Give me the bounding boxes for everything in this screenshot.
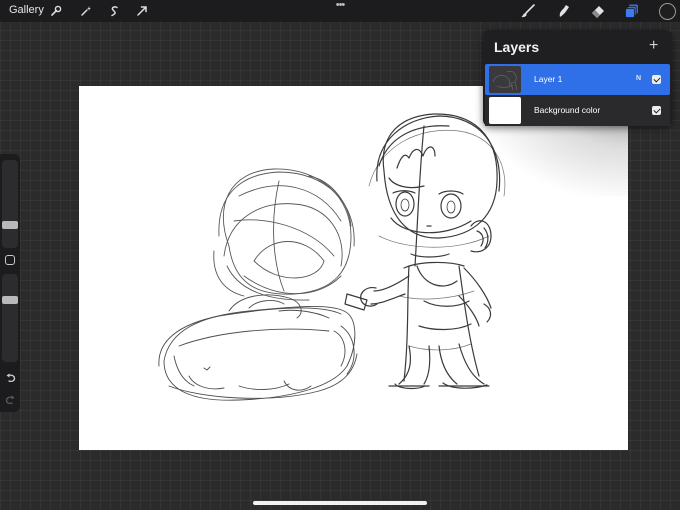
eraser-icon[interactable] [589,2,607,20]
undo-icon[interactable] [3,370,17,384]
sketch-artwork [158,113,506,401]
transform-arrow-icon[interactable] [134,3,150,19]
brush-icon[interactable] [519,2,537,20]
layers-panel: Layers + Layer 1 N Background color [483,30,672,126]
layer-row-layer-1[interactable]: Layer 1 N [485,64,670,95]
opacity-slider[interactable] [2,274,18,362]
gallery-button[interactable]: Gallery [9,4,44,16]
layer-thumbnail [489,97,521,124]
magic-wand-icon[interactable] [78,3,94,19]
drawing-canvas[interactable] [79,86,628,450]
brush-size-slider[interactable] [2,160,18,248]
home-indicator[interactable] [253,501,427,505]
selection-icon[interactable] [106,3,122,19]
brush-size-thumb[interactable] [2,221,18,229]
color-picker-button[interactable] [659,3,676,20]
top-toolbar: Gallery ••• [0,0,680,22]
left-sidebar [0,154,20,412]
blend-mode-button[interactable]: N [636,75,641,82]
redo-icon[interactable] [3,392,17,406]
layer-name: Layer 1 [534,74,563,84]
layer-thumbnail [489,66,521,93]
wrench-icon[interactable] [48,3,64,19]
layers-icon[interactable] [623,2,641,20]
layer-visibility-checkbox[interactable] [652,75,661,84]
add-layer-button[interactable]: + [649,38,658,54]
modifier-button[interactable] [5,255,15,265]
smudge-icon[interactable] [555,2,573,20]
layers-title: Layers [494,39,540,55]
more-options-icon[interactable]: ••• [332,0,348,11]
layer-visibility-checkbox[interactable] [652,106,661,115]
layer-name: Background color [534,105,601,115]
opacity-thumb[interactable] [2,296,18,304]
layer-row-background-color[interactable]: Background color [485,95,670,126]
